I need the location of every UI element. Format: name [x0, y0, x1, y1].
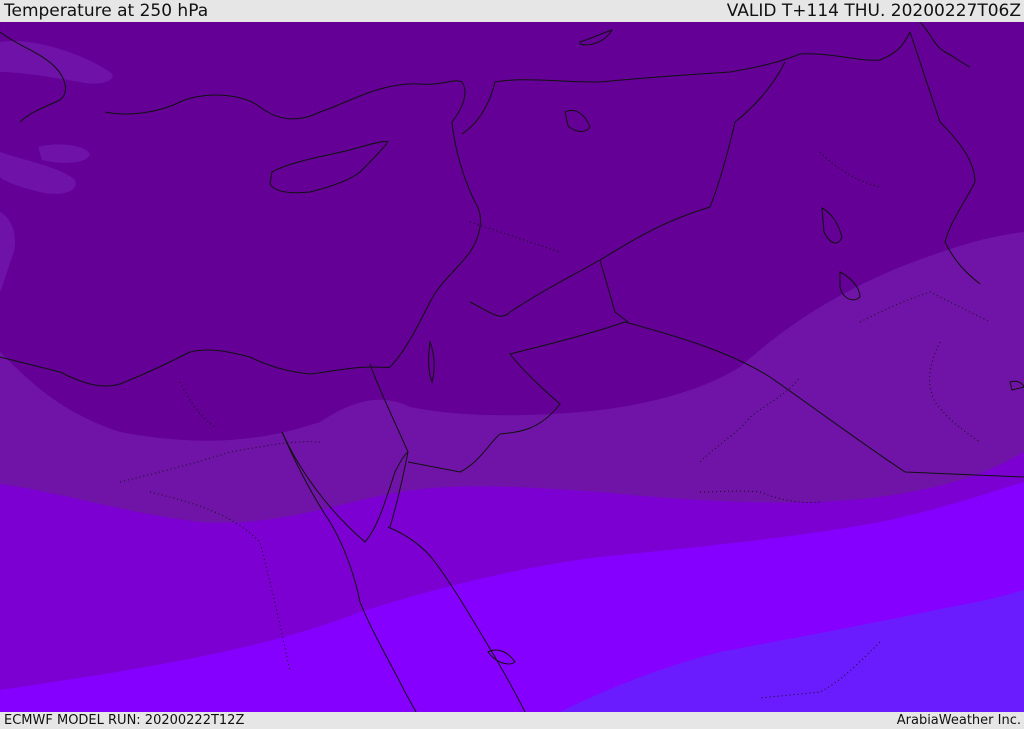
valid-time-label: VALID T+114 THU. 20200227T06Z	[726, 1, 1021, 21]
map-svg	[0, 22, 1024, 712]
map-title: Temperature at 250 hPa	[4, 1, 209, 21]
footer-bar: ECMWF MODEL RUN: 20200222T12Z ArabiaWeat…	[0, 712, 1024, 729]
header-bar: Temperature at 250 hPa VALID T+114 THU. …	[0, 0, 1024, 22]
credit-label: ArabiaWeather Inc.	[896, 713, 1021, 728]
weather-map-frame: Temperature at 250 hPa VALID T+114 THU. …	[0, 0, 1024, 729]
model-run-label: ECMWF MODEL RUN: 20200222T12Z	[4, 713, 245, 728]
temperature-map	[0, 22, 1024, 712]
